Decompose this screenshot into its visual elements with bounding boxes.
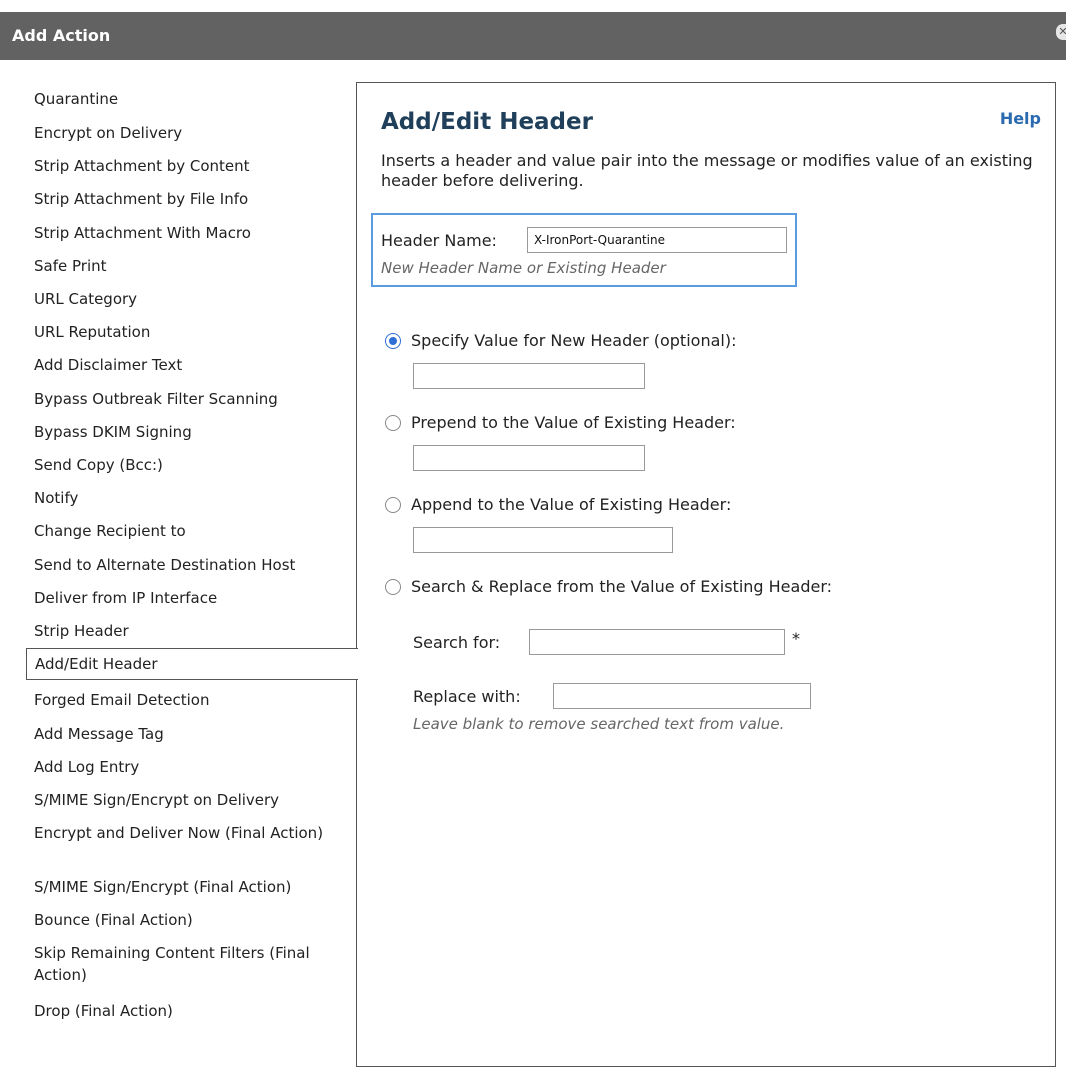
menu-item-strip-attachment-by-content[interactable]: Strip Attachment by Content <box>34 155 350 177</box>
menu-item-deliver-from-ip-interface[interactable]: Deliver from IP Interface <box>34 587 350 609</box>
menu-item-add-disclaimer-text[interactable]: Add Disclaimer Text <box>34 354 350 376</box>
menu-item-encrypt-and-deliver-now[interactable]: Encrypt and Deliver Now (Final Action) <box>34 822 350 844</box>
menu-item-send-copy-bcc[interactable]: Send Copy (Bcc:) <box>34 454 350 476</box>
radio-append-value[interactable] <box>385 497 401 513</box>
menu-item-bypass-dkim-signing[interactable]: Bypass DKIM Signing <box>34 421 350 443</box>
menu-item-change-recipient[interactable]: Change Recipient to <box>34 520 350 542</box>
menu-item-send-to-alternate-host[interactable]: Send to Alternate Destination Host <box>34 554 350 576</box>
menu-item-bypass-outbreak-filter-scanning[interactable]: Bypass Outbreak Filter Scanning <box>34 388 350 410</box>
menu-item-url-category[interactable]: URL Category <box>34 288 350 310</box>
menu-item-bounce[interactable]: Bounce (Final Action) <box>34 909 350 931</box>
dialog-titlebar: Add Action ✕ <box>0 12 1066 60</box>
menu-item-quarantine[interactable]: Quarantine <box>34 88 350 110</box>
close-icon[interactable]: ✕ <box>1056 24 1066 40</box>
prepend-value-input[interactable] <box>413 445 645 471</box>
dialog-title: Add Action <box>12 26 111 45</box>
replace-with-input[interactable] <box>553 683 811 709</box>
option-append-value[interactable]: Append to the Value of Existing Header: <box>385 495 731 514</box>
panel-description: Inserts a header and value pair into the… <box>381 151 1033 190</box>
header-name-group: Header Name: New Header Name or Existing… <box>371 213 797 287</box>
page-title: Add/Edit Header <box>381 109 593 135</box>
menu-item-add-edit-header[interactable]: Add/Edit Header <box>26 648 358 680</box>
replace-with-label: Replace with: <box>413 687 521 706</box>
menu-item-skip-remaining-content-filters[interactable]: Skip Remaining Content Filters (Final Ac… <box>34 942 350 986</box>
action-panel: Add/Edit Header Help Inserts a header an… <box>356 82 1056 1067</box>
append-value-input[interactable] <box>413 527 673 553</box>
option-append-value-label: Append to the Value of Existing Header: <box>411 495 732 514</box>
menu-item-url-reputation[interactable]: URL Reputation <box>34 321 350 343</box>
menu-item-add-log-entry[interactable]: Add Log Entry <box>34 756 350 778</box>
search-for-input[interactable] <box>529 629 785 655</box>
option-prepend-value-label: Prepend to the Value of Existing Header: <box>411 413 736 432</box>
menu-item-notify[interactable]: Notify <box>34 487 350 509</box>
menu-item-strip-header[interactable]: Strip Header <box>34 620 350 642</box>
menu-item-smime-sign-encrypt-final[interactable]: S/MIME Sign/Encrypt (Final Action) <box>34 876 350 898</box>
replace-with-hint: Leave blank to remove searched text from… <box>413 715 785 733</box>
search-for-label: Search for: <box>413 633 501 652</box>
radio-specify-value[interactable] <box>385 333 401 349</box>
menu-item-strip-attachment-with-macro[interactable]: Strip Attachment With Macro <box>34 222 350 244</box>
option-specify-value-label: Specify Value for New Header (optional): <box>411 331 737 350</box>
header-name-label: Header Name: <box>381 231 497 250</box>
option-search-replace-label: Search & Replace from the Value of Exist… <box>411 577 833 596</box>
menu-item-add-message-tag[interactable]: Add Message Tag <box>34 723 350 745</box>
menu-item-safe-print[interactable]: Safe Print <box>34 255 350 277</box>
menu-item-strip-attachment-by-file-info[interactable]: Strip Attachment by File Info <box>34 188 350 210</box>
header-name-hint: New Header Name or Existing Header <box>381 259 666 277</box>
menu-item-encrypt-on-delivery[interactable]: Encrypt on Delivery <box>34 122 350 144</box>
option-specify-value[interactable]: Specify Value for New Header (optional): <box>385 331 736 350</box>
radio-prepend-value[interactable] <box>385 415 401 431</box>
action-menu: Quarantine Encrypt on Delivery Strip Att… <box>0 60 358 1055</box>
required-mark: * <box>792 629 800 648</box>
menu-item-drop[interactable]: Drop (Final Action) <box>34 1000 350 1022</box>
option-prepend-value[interactable]: Prepend to the Value of Existing Header: <box>385 413 736 432</box>
option-search-replace[interactable]: Search & Replace from the Value of Exist… <box>385 577 832 596</box>
help-link[interactable]: Help <box>1000 109 1041 128</box>
menu-item-forged-email-detection[interactable]: Forged Email Detection <box>34 689 350 711</box>
radio-search-replace[interactable] <box>385 579 401 595</box>
menu-item-smime-sign-encrypt-on-delivery[interactable]: S/MIME Sign/Encrypt on Delivery <box>34 789 350 811</box>
specify-value-input[interactable] <box>413 363 645 389</box>
header-name-input[interactable] <box>527 227 787 253</box>
